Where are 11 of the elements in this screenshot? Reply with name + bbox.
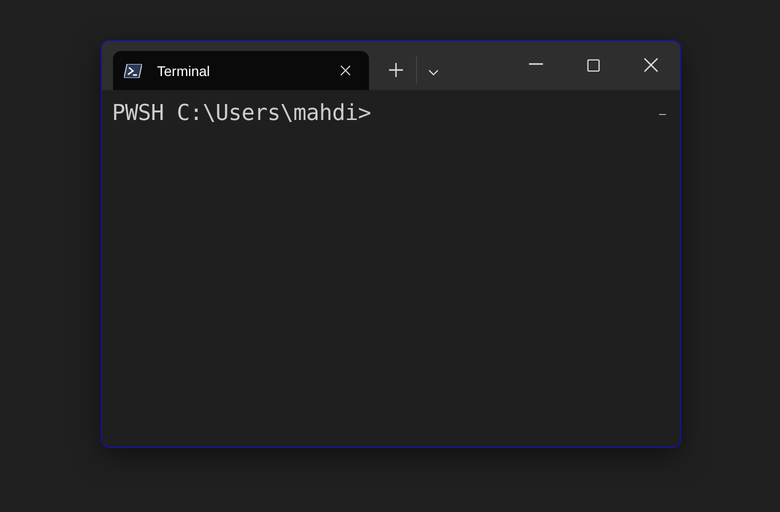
minimize-icon[interactable] (529, 63, 543, 65)
prompt-text: PWSH C:\Users\mahdi> (112, 101, 371, 126)
new-tab-icon[interactable] (389, 63, 403, 77)
tab[interactable]: Terminal (113, 51, 369, 90)
powershell-icon (124, 64, 142, 78)
scrollbar-mark (659, 114, 666, 115)
dropdown-icon[interactable] (428, 69, 439, 76)
close-tab-icon[interactable] (340, 65, 351, 76)
tab-title: Terminal (157, 62, 211, 78)
maximize-icon[interactable] (587, 59, 600, 72)
close-icon[interactable] (644, 58, 658, 72)
